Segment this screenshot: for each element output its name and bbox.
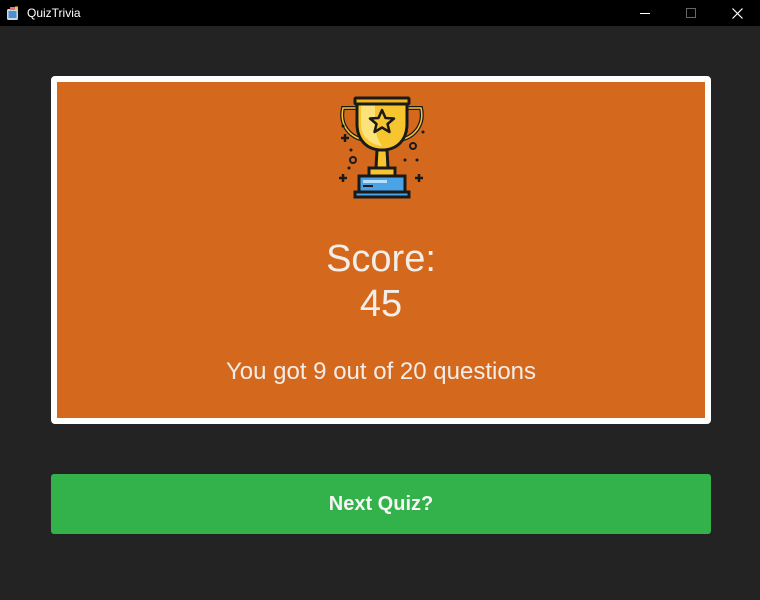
window-title: QuizTrivia — [27, 6, 81, 20]
score-label: Score: — [326, 238, 436, 280]
score-card: Score: 45 You got 9 out of 20 questions — [51, 76, 711, 424]
title-bar[interactable]: QuizTrivia — [0, 0, 760, 26]
maximize-button[interactable] — [668, 0, 714, 26]
app-window: QuizTrivia Score: 45 You got 9 out of 20… — [0, 0, 760, 600]
minimize-button[interactable] — [622, 0, 668, 26]
minimize-icon — [640, 13, 650, 14]
score-value: 45 — [359, 283, 403, 325]
quiz-app-icon — [5, 5, 21, 21]
maximize-icon — [686, 8, 696, 18]
trophy-icon — [339, 96, 425, 199]
close-button[interactable] — [714, 0, 760, 26]
close-icon — [731, 7, 743, 19]
next-quiz-button[interactable]: Next Quiz? — [51, 474, 711, 534]
window-controls — [622, 0, 760, 26]
result-summary: You got 9 out of 20 questions — [225, 358, 537, 385]
